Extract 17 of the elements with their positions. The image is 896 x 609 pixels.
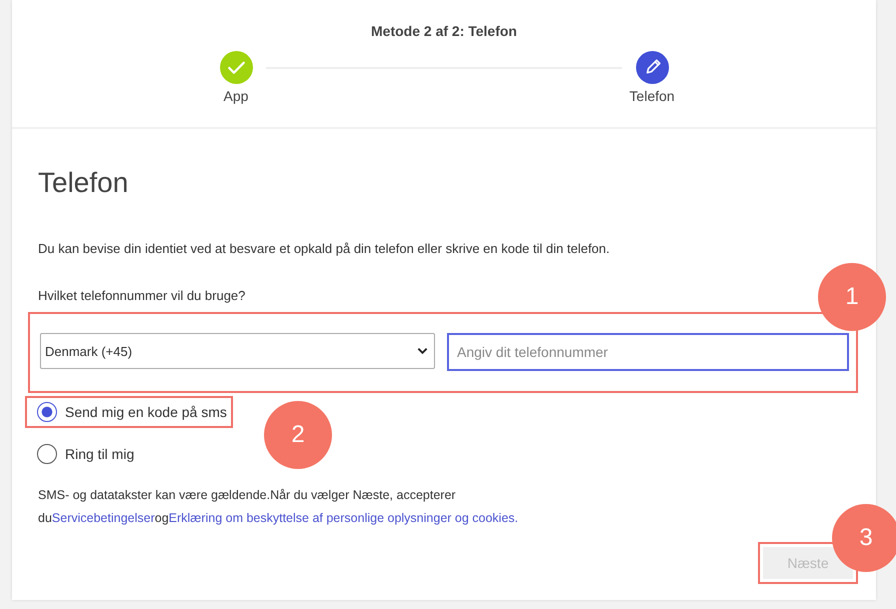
chevron-icon bbox=[417, 347, 428, 355]
callout-badge: 2 bbox=[264, 401, 332, 469]
terms-link[interactable]: Servicebetingelser bbox=[52, 511, 155, 525]
privacy-link[interactable]: Erklæring om beskyttelse af personlige oplysninger og cookies. bbox=[168, 511, 518, 525]
section-heading: Telefon bbox=[38, 167, 130, 199]
step-label: App bbox=[224, 88, 248, 104]
progress-title: Metode 2 af 2: Telefon bbox=[371, 23, 517, 39]
intro-text: Du kan bevise din identiet ved at besvare et opkald på din telefon eller skrive en kode til din telefon. bbox=[38, 241, 611, 256]
country-select[interactable]: Denmark (+45) bbox=[40, 333, 435, 369]
step-label: Telefon bbox=[629, 88, 675, 104]
question-label: Hvilket telefonnummer vil du bruge? bbox=[38, 288, 246, 303]
callout-badge: 3 bbox=[832, 504, 896, 572]
phone-input[interactable]: Angiv dit telefonnummer bbox=[447, 333, 849, 371]
radio-button[interactable] bbox=[37, 402, 57, 422]
radio-option[interactable]: Ring til mig bbox=[37, 444, 134, 464]
callout-badge: 1 bbox=[818, 263, 886, 331]
radio-button[interactable] bbox=[37, 444, 57, 464]
